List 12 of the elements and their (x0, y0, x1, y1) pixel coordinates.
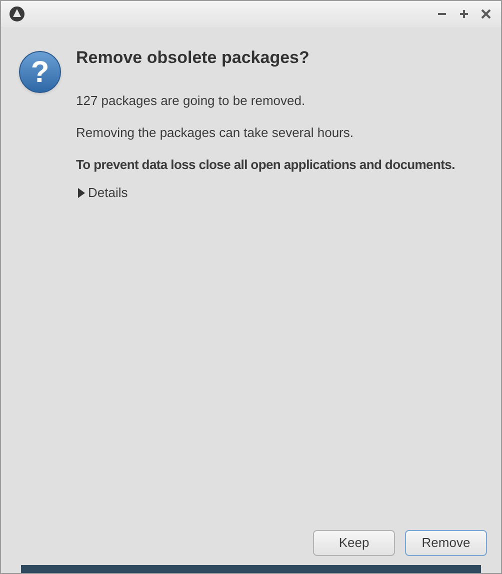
close-icon[interactable] (479, 7, 493, 21)
question-icon: ? (19, 51, 61, 93)
maximize-icon[interactable] (457, 7, 471, 21)
dialog-heading: Remove obsolete packages? (76, 47, 310, 69)
message-text: To prevent data loss close all open applications and documents. (76, 156, 455, 174)
message-text: Removing the packages can take several hours. (76, 124, 354, 142)
dialog-button[interactable]: Keep (313, 530, 395, 556)
dialog-button[interactable]: Remove (405, 530, 487, 556)
triangle-right-icon (76, 188, 86, 198)
message-text: 127 packages are going to be removed. (76, 92, 306, 110)
app-icon (9, 6, 25, 22)
details-expander[interactable]: Details (76, 183, 128, 202)
